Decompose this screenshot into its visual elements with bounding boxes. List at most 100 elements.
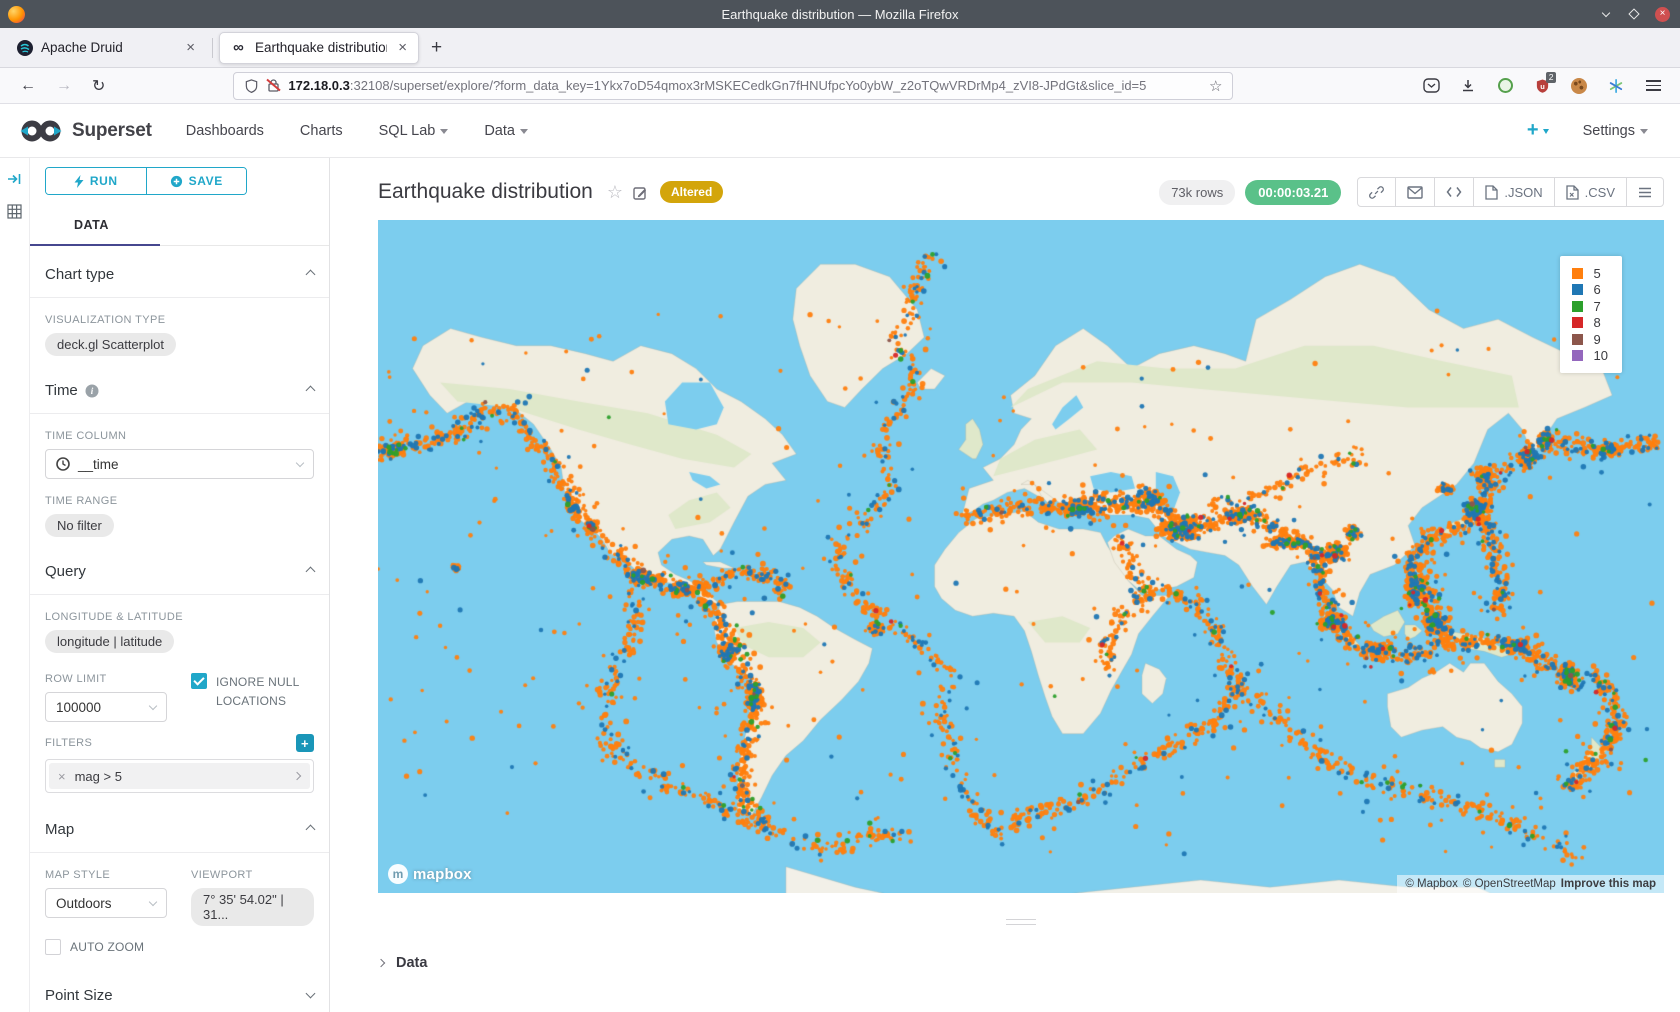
window-close-button[interactable]: × <box>1655 7 1670 22</box>
auto-zoom-label: AUTO ZOOM <box>70 938 144 957</box>
pocket-icon[interactable] <box>1422 77 1440 95</box>
section-query[interactable]: Query <box>45 563 314 580</box>
more-options-button[interactable] <box>1626 178 1663 206</box>
share-link-button[interactable] <box>1358 178 1395 206</box>
superset-logo[interactable]: Superset <box>18 118 152 144</box>
collapse-panel-icon[interactable] <box>7 172 22 186</box>
chevron-down-icon <box>520 129 528 134</box>
url-path: :32108/superset/explore/?form_data_key=1… <box>350 78 1203 93</box>
add-new-button[interactable]: + <box>1527 119 1549 142</box>
tracking-shield-icon[interactable] <box>244 78 259 94</box>
chevron-up-icon <box>306 386 316 396</box>
chevron-right-icon <box>377 959 385 967</box>
time-column-select[interactable]: __time <box>45 449 314 479</box>
tab-label: Earthquake distribution <box>255 40 387 55</box>
window-maximize-button[interactable] <box>1627 7 1641 21</box>
legend-item[interactable]: 5 <box>1572 265 1608 282</box>
tab-close-icon[interactable]: × <box>395 39 410 56</box>
viz-type-label: VISUALIZATION TYPE <box>45 314 314 326</box>
export-json-button[interactable]: .JSON <box>1473 178 1553 206</box>
legend-item[interactable]: 6 <box>1572 282 1608 299</box>
adblock-shield-icon[interactable]: u 2 <box>1533 77 1551 95</box>
map-legend: 5678910 <box>1560 256 1622 373</box>
browser-tab-earthquake-distribution[interactable]: ∞ Earthquake distribution × <box>219 32 419 64</box>
map-style-select[interactable]: Outdoors <box>45 888 167 918</box>
legend-item[interactable]: 10 <box>1572 348 1608 365</box>
legend-label: 8 <box>1594 315 1601 330</box>
browser-tab-apache-druid[interactable]: Apache Druid × <box>6 32 206 64</box>
main-content: Earthquake distribution ☆ Altered 73k ro… <box>330 158 1680 1012</box>
attribution-osm[interactable]: © OpenStreetMap <box>1463 878 1556 890</box>
row-limit-value: 100000 <box>56 700 101 715</box>
tab-data[interactable]: DATA <box>74 218 109 232</box>
email-button[interactable] <box>1395 178 1434 206</box>
nav-item-charts[interactable]: Charts <box>300 123 343 139</box>
embed-code-button[interactable] <box>1434 178 1473 206</box>
section-chart-type[interactable]: Chart type <box>45 266 314 283</box>
row-limit-label: ROW LIMIT <box>45 673 185 685</box>
reload-button[interactable]: ↻ <box>82 76 115 96</box>
filter-chip[interactable]: × mag > 5 <box>49 763 310 789</box>
link-icon <box>1369 185 1384 200</box>
datasource-grid-icon[interactable] <box>7 204 22 219</box>
extension-green-icon[interactable] <box>1496 77 1514 95</box>
menu-lines-icon <box>1638 187 1652 198</box>
map-style-label: MAP STYLE <box>45 869 185 881</box>
settings-menu[interactable]: Settings <box>1583 123 1648 139</box>
run-button[interactable]: RUN <box>46 168 147 194</box>
add-filter-button[interactable]: + <box>296 734 314 752</box>
improve-map-link[interactable]: Improve this map <box>1561 878 1656 890</box>
world-map-canvas[interactable] <box>378 220 1664 893</box>
apache-druid-favicon <box>16 39 33 56</box>
url-bar[interactable]: 172.18.0.3 :32108/superset/explore/?form… <box>233 72 1233 100</box>
legend-item[interactable]: 8 <box>1572 315 1608 332</box>
viewport-value[interactable]: 7° 35' 54.02" | 31... <box>191 888 314 926</box>
cookie-icon[interactable] <box>1570 77 1588 95</box>
filter-value: mag > 5 <box>75 769 122 784</box>
tab-separator <box>212 38 213 58</box>
filters-label: FILTERS + <box>45 734 314 752</box>
mapbox-logo[interactable]: m mapbox <box>388 864 472 884</box>
section-point-size[interactable]: Point Size <box>45 987 314 1004</box>
downloads-icon[interactable] <box>1459 77 1477 95</box>
legend-label: 6 <box>1594 282 1601 297</box>
checkbox-checked-icon[interactable] <box>191 673 207 689</box>
forward-button[interactable]: → <box>46 77 82 95</box>
row-limit-select[interactable]: 100000 <box>45 692 167 722</box>
time-range-value[interactable]: No filter <box>45 514 114 537</box>
ignore-null-checkbox-row[interactable]: IGNORE NULL LOCATIONS <box>191 673 318 710</box>
viz-type-value[interactable]: deck.gl Scatterplot <box>45 333 176 356</box>
save-button[interactable]: SAVE <box>147 168 247 194</box>
remove-filter-icon[interactable]: × <box>49 769 75 784</box>
tab-label: Apache Druid <box>41 40 175 55</box>
legend-item[interactable]: 9 <box>1572 331 1608 348</box>
extension-star-icon[interactable] <box>1607 77 1625 95</box>
data-results-collapse[interactable]: Data <box>378 955 1664 971</box>
edit-properties-icon[interactable] <box>633 185 648 200</box>
back-button[interactable]: ← <box>10 77 46 95</box>
new-tab-button[interactable]: + <box>419 37 454 59</box>
tab-close-icon[interactable]: × <box>183 39 198 56</box>
chevron-down-icon <box>149 897 157 905</box>
export-csv-button[interactable]: .CSV <box>1554 178 1626 206</box>
checkbox-unchecked-icon[interactable] <box>45 939 61 955</box>
clock-icon <box>56 457 70 471</box>
favorite-star-icon[interactable]: ☆ <box>607 182 623 203</box>
legend-item[interactable]: 7 <box>1572 298 1608 315</box>
nav-item-data[interactable]: Data <box>484 123 528 139</box>
nav-item-dashboards[interactable]: Dashboards <box>186 123 264 139</box>
menu-icon[interactable] <box>1644 77 1662 95</box>
section-time[interactable]: Time i <box>45 382 314 399</box>
lonlat-value[interactable]: longitude | latitude <box>45 630 174 653</box>
altered-badge[interactable]: Altered <box>660 181 723 203</box>
bookmark-star-icon[interactable]: ☆ <box>1209 77 1222 95</box>
resize-drag-handle[interactable] <box>1006 919 1036 925</box>
insecure-lock-icon[interactable] <box>267 78 280 93</box>
auto-zoom-checkbox-row[interactable]: AUTO ZOOM <box>45 938 314 957</box>
section-map[interactable]: Map <box>45 821 314 838</box>
nav-item-sql-lab[interactable]: SQL Lab <box>379 123 449 139</box>
attribution-mapbox[interactable]: © Mapbox <box>1405 878 1458 890</box>
brand-name: Superset <box>72 120 152 142</box>
url-host: 172.18.0.3 <box>288 78 349 93</box>
window-minimize-button[interactable] <box>1599 7 1613 21</box>
